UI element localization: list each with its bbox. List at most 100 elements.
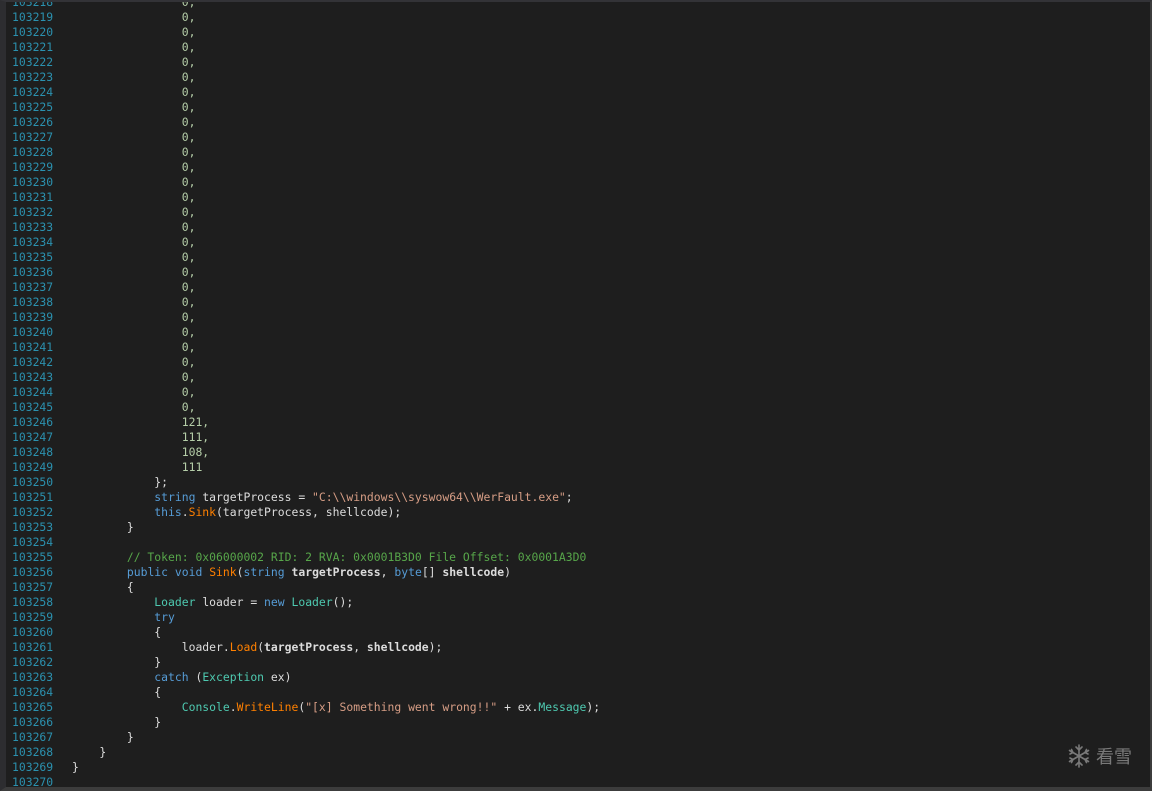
code-line[interactable]: 103258 Loader loader = new Loader(); — [12, 595, 1150, 610]
code-text[interactable]: 0, — [72, 55, 196, 70]
code-text[interactable]: 0, — [72, 370, 196, 385]
code-text[interactable]: catch (Exception ex) — [72, 670, 291, 685]
code-text[interactable]: } — [72, 760, 79, 775]
code-line[interactable]: 103245 0, — [12, 400, 1150, 415]
code-text[interactable]: 0, — [72, 175, 196, 190]
code-line[interactable]: 103260 { — [12, 625, 1150, 640]
code-text[interactable]: Loader loader = new Loader(); — [72, 595, 353, 610]
code-text[interactable]: { — [72, 625, 161, 640]
code-text[interactable]: 0, — [72, 310, 196, 325]
code-line[interactable]: 103242 0, — [12, 355, 1150, 370]
code-text[interactable]: 0, — [72, 85, 196, 100]
code-text[interactable]: 0, — [72, 40, 196, 55]
code-line[interactable]: 103267 } — [12, 730, 1150, 745]
code-line[interactable]: 103223 0, — [12, 70, 1150, 85]
code-line[interactable]: 103236 0, — [12, 265, 1150, 280]
code-text[interactable]: 0, — [72, 220, 196, 235]
code-line[interactable]: 103263 catch (Exception ex) — [12, 670, 1150, 685]
code-line[interactable]: 103228 0, — [12, 145, 1150, 160]
code-text[interactable]: 0, — [72, 25, 196, 40]
code-text[interactable]: } — [72, 730, 134, 745]
code-line[interactable]: 103231 0, — [12, 190, 1150, 205]
code-line[interactable]: 103220 0, — [12, 25, 1150, 40]
code-line[interactable]: 103234 0, — [12, 235, 1150, 250]
code-text[interactable]: 0, — [72, 205, 196, 220]
code-line[interactable]: 103225 0, — [12, 100, 1150, 115]
code-text[interactable]: 0, — [72, 100, 196, 115]
code-text[interactable]: try — [72, 610, 175, 625]
code-line[interactable]: 103252 this.Sink(targetProcess, shellcod… — [12, 505, 1150, 520]
code-line[interactable]: 103246 121, — [12, 415, 1150, 430]
code-line[interactable]: 103266 } — [12, 715, 1150, 730]
code-line[interactable]: 103233 0, — [12, 220, 1150, 235]
code-text[interactable]: 0, — [72, 325, 196, 340]
code-text[interactable]: { — [72, 580, 134, 595]
code-text[interactable]: 111 — [72, 460, 203, 475]
code-text[interactable]: // Token: 0x06000002 RID: 2 RVA: 0x0001B… — [72, 550, 586, 565]
code-line[interactable]: 103229 0, — [12, 160, 1150, 175]
code-text[interactable]: 0, — [72, 190, 196, 205]
code-line[interactable]: 103243 0, — [12, 370, 1150, 385]
code-text[interactable]: string targetProcess = "C:\\windows\\sys… — [72, 490, 572, 505]
code-line[interactable]: 103248 108, — [12, 445, 1150, 460]
code-text[interactable]: } — [72, 745, 106, 760]
code-lines[interactable]: 103218 0, 103219 0, 103220 0, 103221 0, 1032… — [12, 2, 1150, 787]
code-text[interactable]: 0, — [72, 385, 196, 400]
code-line[interactable]: 103270 — [12, 775, 1150, 787]
code-line[interactable]: 103219 0, — [12, 10, 1150, 25]
code-line[interactable]: 103262 } — [12, 655, 1150, 670]
code-text[interactable]: }; — [72, 475, 168, 490]
code-line[interactable]: 103235 0, — [12, 250, 1150, 265]
code-line[interactable]: 103241 0, — [12, 340, 1150, 355]
code-line[interactable]: 103250 }; — [12, 475, 1150, 490]
code-editor[interactable]: 103218 0, 103219 0, 103220 0, 103221 0, 1032… — [0, 0, 1152, 791]
code-line[interactable]: 103269} — [12, 760, 1150, 775]
code-line[interactable]: 103222 0, — [12, 55, 1150, 70]
code-line[interactable]: 103254 — [12, 535, 1150, 550]
code-line[interactable]: 103249 111 — [12, 460, 1150, 475]
code-line[interactable]: 103253 } — [12, 520, 1150, 535]
code-text[interactable]: 0, — [72, 235, 196, 250]
code-line[interactable]: 103265 Console.WriteLine("[x] Something … — [12, 700, 1150, 715]
code-text[interactable]: 0, — [72, 250, 196, 265]
code-text[interactable]: 0, — [72, 130, 196, 145]
code-line[interactable]: 103255 // Token: 0x06000002 RID: 2 RVA: … — [12, 550, 1150, 565]
code-line[interactable]: 103239 0, — [12, 310, 1150, 325]
code-line[interactable]: 103244 0, — [12, 385, 1150, 400]
code-text[interactable]: loader.Load(targetProcess, shellcode); — [72, 640, 443, 655]
code-line[interactable]: 103257 { — [12, 580, 1150, 595]
code-text[interactable]: 0, — [72, 145, 196, 160]
code-text[interactable]: { — [72, 685, 161, 700]
code-text[interactable]: 0, — [72, 280, 196, 295]
code-text[interactable]: 0, — [72, 400, 196, 415]
code-line[interactable]: 103224 0, — [12, 85, 1150, 100]
code-text[interactable]: 0, — [72, 355, 196, 370]
code-line[interactable]: 103230 0, — [12, 175, 1150, 190]
code-text[interactable]: 0, — [72, 340, 196, 355]
code-text[interactable]: } — [72, 520, 134, 535]
code-line[interactable]: 103238 0, — [12, 295, 1150, 310]
code-text[interactable]: 0, — [72, 265, 196, 280]
code-line[interactable]: 103256 public void Sink(string targetPro… — [12, 565, 1150, 580]
code-text[interactable]: 0, — [72, 295, 196, 310]
code-line[interactable]: 103226 0, — [12, 115, 1150, 130]
code-line[interactable]: 103221 0, — [12, 40, 1150, 55]
code-text[interactable]: 0, — [72, 70, 196, 85]
code-line[interactable]: 103259 try — [12, 610, 1150, 625]
code-text[interactable]: 108, — [72, 445, 209, 460]
code-line[interactable]: 103268 } — [12, 745, 1150, 760]
code-line[interactable]: 103237 0, — [12, 280, 1150, 295]
code-text[interactable]: public void Sink(string targetProcess, b… — [72, 565, 511, 580]
code-line[interactable]: 103247 111, — [12, 430, 1150, 445]
code-text[interactable]: 0, — [72, 2, 196, 10]
code-line[interactable]: 103240 0, — [12, 325, 1150, 340]
code-line[interactable]: 103264 { — [12, 685, 1150, 700]
code-text[interactable]: Console.WriteLine("[x] Something went wr… — [72, 700, 600, 715]
code-text[interactable]: } — [72, 715, 161, 730]
code-line[interactable]: 103218 0, — [12, 2, 1150, 10]
code-text[interactable]: } — [72, 655, 161, 670]
code-text[interactable]: 0, — [72, 115, 196, 130]
code-text[interactable]: 0, — [72, 10, 196, 25]
code-line[interactable]: 103251 string targetProcess = "C:\\windo… — [12, 490, 1150, 505]
code-text[interactable]: 111, — [72, 430, 209, 445]
